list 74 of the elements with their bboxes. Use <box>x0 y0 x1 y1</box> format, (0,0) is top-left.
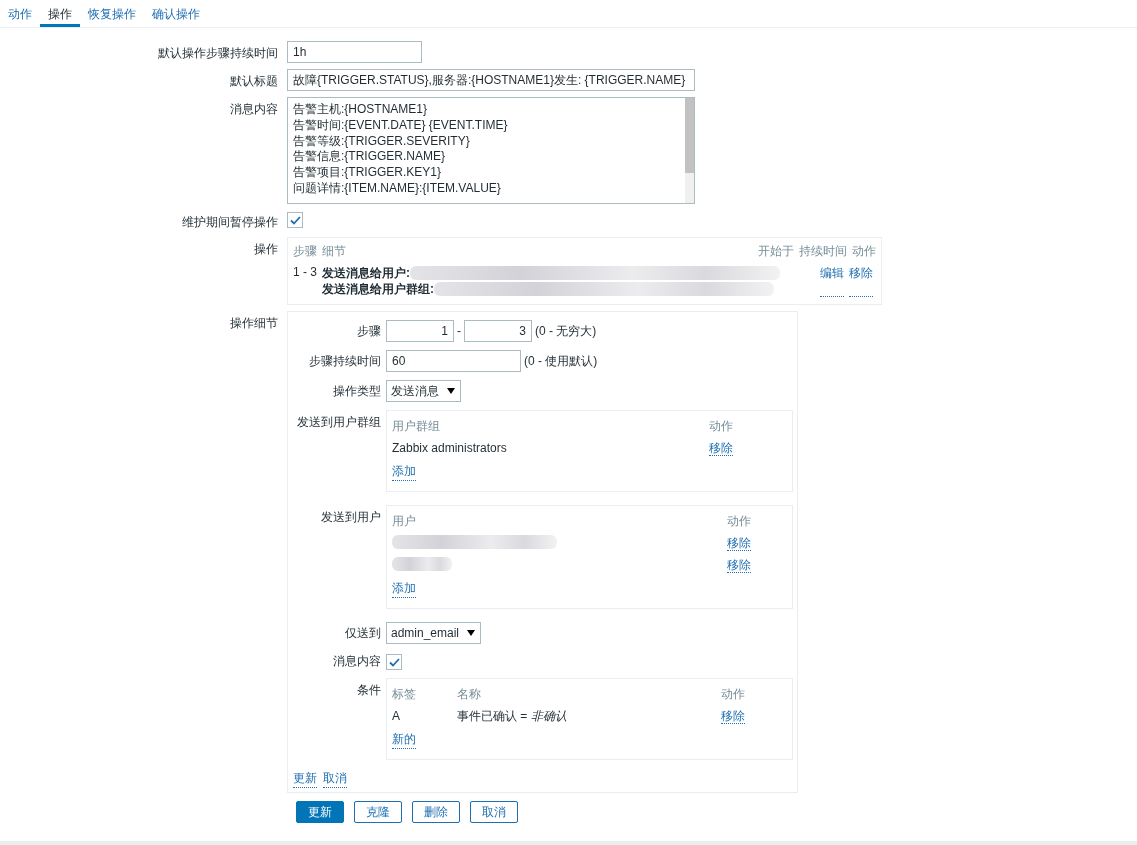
table-cell-text: 1 - 3 <box>293 265 318 281</box>
tab[interactable]: 确认操作 <box>144 0 208 27</box>
add-link[interactable]: 新的 <box>392 731 416 749</box>
column-header: 用户 <box>392 512 417 530</box>
column-header: 步骤 <box>293 243 317 260</box>
scrollbar[interactable] <box>685 98 694 203</box>
redacted-text <box>392 556 452 571</box>
range-separator: - <box>456 324 462 338</box>
tab[interactable]: 操作 <box>40 0 80 27</box>
column-header: 动作 <box>709 417 734 435</box>
field-label: 步骤持续时间 <box>308 352 382 370</box>
caret-icon <box>447 388 455 394</box>
column-header: 用户群组 <box>392 417 441 435</box>
remove-link[interactable]: 移除 <box>709 440 733 456</box>
remove-link[interactable]: 移除 <box>721 708 745 724</box>
field-label: 默认操作步骤持续时间 <box>157 45 279 62</box>
field-label: 操作类型 <box>332 382 382 400</box>
field-label: 消息内容 <box>332 652 382 670</box>
field-label: 操作细节 <box>229 315 279 332</box>
form-button[interactable]: 克隆 <box>354 801 402 823</box>
form-button[interactable]: 删除 <box>412 801 460 823</box>
field-label: 步骤 <box>356 322 382 340</box>
message-line: 告警信息:{TRIGGER.NAME} <box>293 149 447 166</box>
hint-text: (0 - 无穷大) <box>534 322 597 340</box>
field-label: 默认标题 <box>229 73 279 90</box>
field-label: 条件 <box>356 682 382 699</box>
form-link[interactable]: 更新 <box>293 770 317 788</box>
input-field[interactable]: 1 <box>386 320 454 342</box>
message-line: 问题详情:{ITEM.NAME}:{ITEM.VALUE} <box>293 181 502 197</box>
input-field[interactable]: 60 <box>386 350 521 372</box>
column-header: 名称 <box>457 685 482 703</box>
add-link[interactable]: 添加 <box>392 463 416 481</box>
remove-link[interactable]: 移除 <box>727 535 751 551</box>
field-label: 仅送到 <box>344 624 382 642</box>
add-link[interactable]: 添加 <box>392 580 416 598</box>
input-field[interactable]: 故障{TRIGGER.STATUS},服务器:{HOSTNAME1}发生: {TRIGGER.NAME} <box>287 69 695 91</box>
dropdown[interactable]: 发送消息 <box>386 380 461 402</box>
dropdown[interactable]: admin_email <box>386 622 482 644</box>
column-header: 动作 <box>852 243 876 260</box>
input-field[interactable]: 1h <box>287 41 422 63</box>
table-cell-text: Zabbix administrators <box>392 441 508 455</box>
form-link[interactable]: 取消 <box>323 770 347 788</box>
action-link[interactable]: 编辑 <box>820 265 844 297</box>
hint-text: (0 - 使用默认) <box>523 352 598 370</box>
column-header: 持续时间 <box>799 243 847 260</box>
checkbox[interactable] <box>386 654 402 670</box>
message-line: 告警主机:{HOSTNAME1} <box>293 102 429 118</box>
tab[interactable]: 恢复操作 <box>80 0 144 27</box>
column-header: 开始于 <box>758 243 794 260</box>
column-header: 细节 <box>322 243 347 260</box>
table-cell: 发送消息给用户群组: <box>322 280 434 298</box>
column-header: 动作 <box>727 512 752 530</box>
message-line: 告警项目:{TRIGGER.KEY1} <box>293 165 443 181</box>
form-button[interactable]: 更新 <box>296 801 344 823</box>
remove-link[interactable]: 移除 <box>727 557 751 573</box>
form-button[interactable]: 取消 <box>470 801 518 823</box>
field-label: 发送到用户 <box>320 509 382 526</box>
caret-icon <box>467 630 476 636</box>
field-label: 发送到用户群组 <box>296 414 382 431</box>
column-header: 动作 <box>721 685 746 703</box>
message-textarea[interactable]: 告警主机:{HOSTNAME1} 告警时间:{EVENT.DATE} {EVENT.TIME} 告警等级:{TRIGGER.SEVERITY} 告警信息:{TRIGGER.NAME} 告警项目:{TRIGGER.KEY1} 问题详情:{ITEM.NAME}:{ITEM.VALUE} <box>287 97 695 204</box>
table-cell: 发送消息给用户: <box>322 264 410 282</box>
field-label: 操作 <box>253 241 279 258</box>
input-field[interactable]: 3 <box>464 320 532 342</box>
table-cell-text: 事件已确认 = 非确认 <box>457 707 568 725</box>
message-line: 告警等级:{TRIGGER.SEVERITY} <box>293 133 471 150</box>
tab[interactable]: 动作 <box>0 0 40 27</box>
table-cell-text: A <box>392 709 401 723</box>
checkbox[interactable] <box>287 212 303 228</box>
field-label: 消息内容 <box>229 101 279 118</box>
column-header: 标签 <box>392 685 417 703</box>
message-line: 告警时间:{EVENT.DATE} {EVENT.TIME} <box>293 117 509 134</box>
field-label: 维护期间暂停操作 <box>181 214 279 231</box>
action-link[interactable]: 移除 <box>849 265 873 297</box>
